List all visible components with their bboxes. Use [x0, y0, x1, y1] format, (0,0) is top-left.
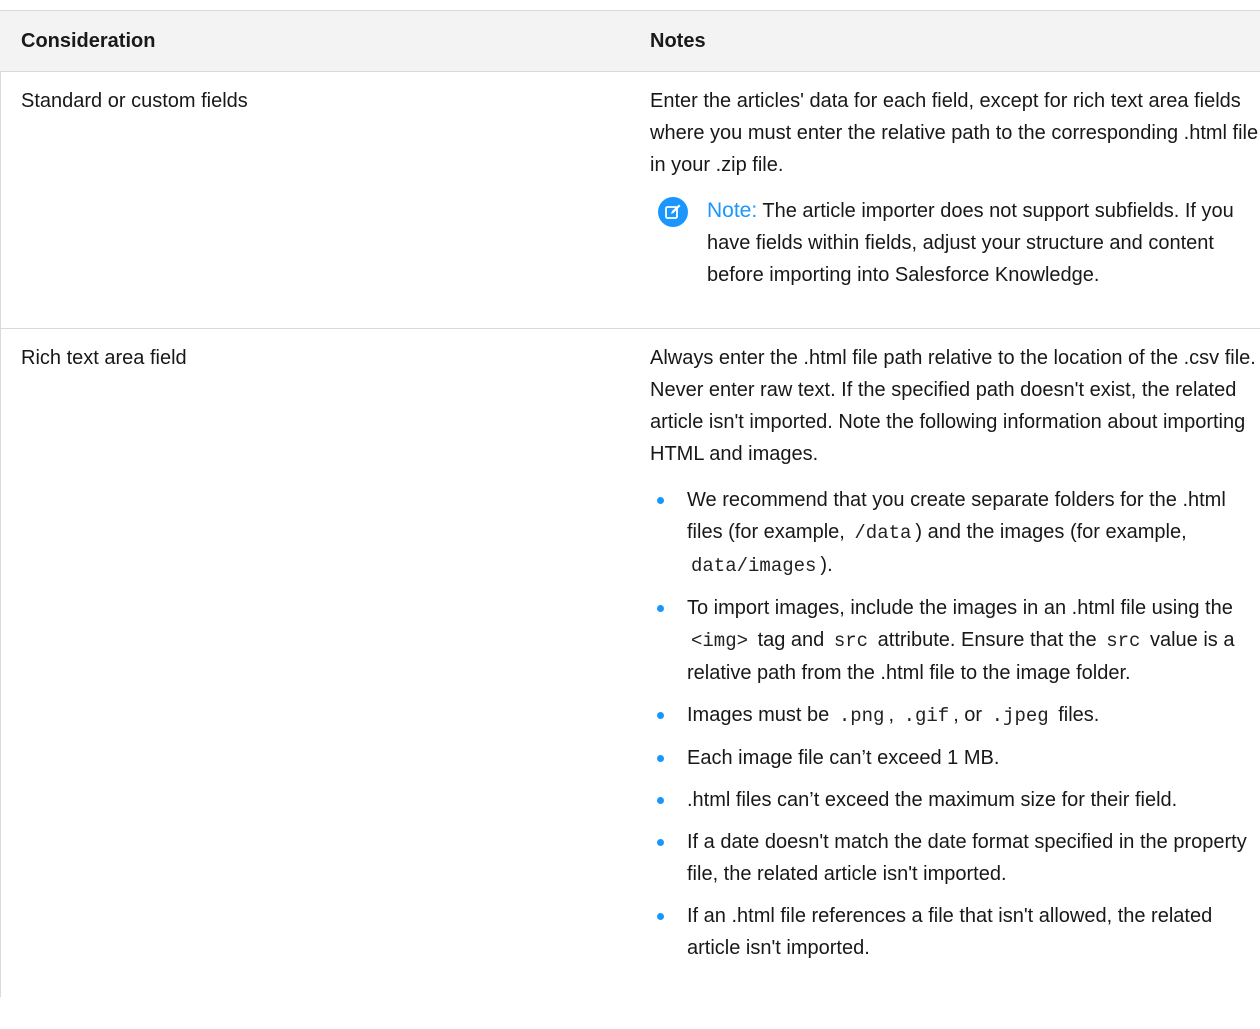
notes-paragraph: Enter the articles' data for each field,…	[650, 90, 1259, 176]
consideration-cell: Rich text area field	[21, 347, 187, 369]
list-item: To import images, include the images in …	[650, 592, 1260, 689]
bullet-text: .html files can’t exceed the maximum siz…	[687, 789, 1178, 811]
bullet-text: ,	[888, 704, 900, 726]
bullet-dot-icon	[657, 913, 664, 920]
code-text: <img>	[691, 630, 749, 652]
list-item: .html files can’t exceed the maximum siz…	[650, 784, 1260, 816]
code-text: .png	[838, 705, 885, 727]
table-row: Standard or custom fields Enter the arti…	[0, 72, 1260, 329]
list-item: If a date doesn't match the date format …	[650, 826, 1260, 890]
bullet-text: files.	[1052, 704, 1100, 726]
code-text: .gif	[903, 705, 950, 727]
list-item: Each image file can’t exceed 1 MB.	[650, 742, 1260, 774]
bullet-text: , or	[953, 704, 988, 726]
notes-cell: Always enter the .html file path relativ…	[650, 342, 1260, 974]
list-item: If an .html file references a file that …	[650, 900, 1260, 964]
bullet-text: tag and	[752, 629, 830, 651]
note-text: The article importer does not support su…	[707, 200, 1234, 286]
notes-bullet-list: We recommend that you create separate fo…	[650, 484, 1260, 964]
considerations-table: Consideration Notes Standard or custom f…	[0, 10, 1260, 1029]
table-header-row: Consideration Notes	[0, 11, 1260, 72]
bullet-dot-icon	[657, 497, 664, 504]
header-notes: Notes	[650, 30, 706, 52]
bullet-text: Images must be	[687, 704, 835, 726]
bullet-text: If an .html file references a file that …	[687, 905, 1213, 959]
code-text: data/images	[691, 555, 817, 577]
bullet-text: ).	[820, 554, 833, 576]
note-label: Note:	[707, 199, 758, 222]
bullet-text: If a date doesn't match the date format …	[687, 831, 1247, 885]
edit-note-icon	[658, 197, 688, 227]
code-text: src	[833, 630, 869, 652]
note-callout: Note: The article importer does not supp…	[650, 195, 1247, 291]
list-item: We recommend that you create separate fo…	[650, 484, 1260, 582]
code-text: src	[1106, 630, 1141, 652]
code-text: .jpeg	[991, 705, 1049, 727]
bullet-dot-icon	[657, 839, 664, 846]
bullet-dot-icon	[657, 755, 664, 762]
notes-paragraph: Always enter the .html file path relativ…	[650, 347, 1256, 465]
bullet-dot-icon	[657, 712, 664, 719]
consideration-cell: Standard or custom fields	[21, 90, 248, 112]
bullet-text: Each image file can’t exceed 1 MB.	[687, 747, 1000, 769]
code-text: /data	[854, 522, 912, 544]
header-consideration: Consideration	[21, 30, 156, 52]
bullet-text: To import images, include the images in …	[687, 597, 1233, 619]
notes-cell: Enter the articles' data for each field,…	[650, 85, 1260, 291]
bullet-text: ) and the images (for example,	[915, 521, 1187, 543]
list-item: Images must be .png, .gif, or .jpeg file…	[650, 699, 1260, 732]
table-row: Rich text area field Always enter the .h…	[0, 329, 1260, 1029]
bullet-dot-icon	[657, 797, 664, 804]
bullet-dot-icon	[657, 605, 664, 612]
bullet-text: attribute. Ensure that the	[872, 629, 1103, 651]
